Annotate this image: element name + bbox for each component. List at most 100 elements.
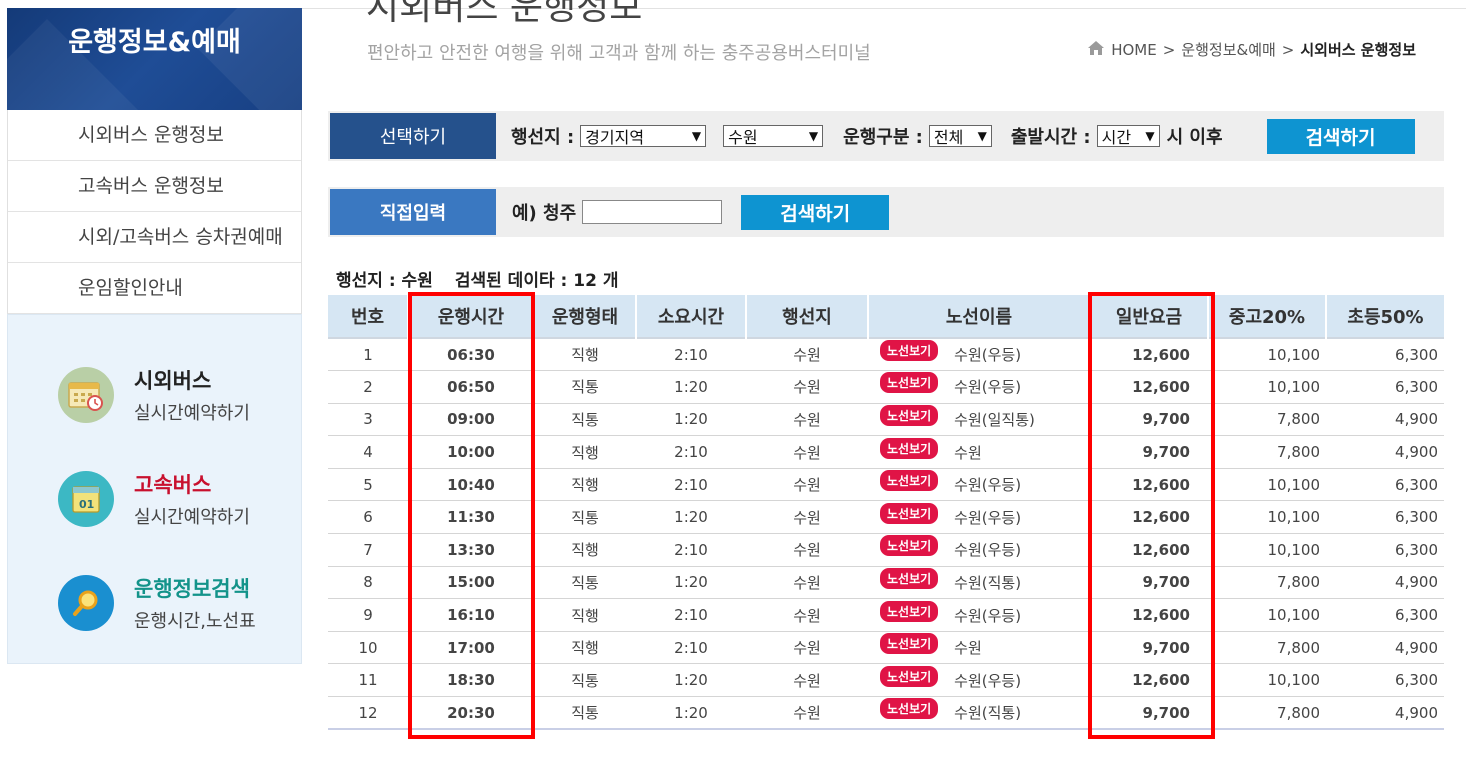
col-header-destination: 행선지 (746, 295, 869, 338)
quick-intercity-booking[interactable]: 시외버스 실시간예약하기 (8, 343, 301, 447)
region-select[interactable]: 경기지역 ▼ (580, 125, 707, 147)
route-view-button[interactable]: 노선보기 (880, 437, 939, 459)
cell-route: 노선보기 수원(직통) (868, 696, 1090, 731)
service-type-label: 운행구분 : (843, 127, 923, 148)
route-name: 수원(우등) (954, 476, 1022, 495)
cell-type: 직통 (534, 403, 636, 437)
highlight-box-fare (1088, 292, 1215, 739)
cell-type: 직통 (534, 696, 636, 731)
route-view-button[interactable]: 노선보기 (880, 698, 939, 720)
route-view-button[interactable]: 노선보기 (880, 600, 939, 622)
service-type-select[interactable]: 전체 ▼ (928, 125, 992, 147)
cell-duration: 1:20 (636, 566, 746, 600)
breadcrumb-home[interactable]: HOME (1111, 41, 1157, 59)
quick-intercity-sub: 실시간예약하기 (134, 403, 250, 424)
cell-elementary-fare: 4,900 (1326, 631, 1444, 665)
cell-elementary-fare: 6,300 (1326, 663, 1444, 698)
cell-destination: 수원 (746, 533, 868, 567)
chevron-down-icon: ▼ (691, 129, 702, 143)
quick-intercity-title: 시외버스 (134, 369, 212, 393)
cell-route: 노선보기 수원(우등) (868, 533, 1090, 567)
cell-duration: 2:10 (636, 337, 746, 372)
cell-no: 6 (328, 500, 408, 535)
quick-search-sub: 운행시간,노선표 (134, 611, 256, 632)
highlight-box-time (408, 292, 535, 739)
cell-duration: 1:20 (636, 500, 746, 535)
cell-no: 1 (328, 337, 408, 372)
select-search-button[interactable]: 검색하기 (1266, 118, 1415, 154)
route-view-button[interactable]: 노선보기 (880, 502, 939, 524)
route-view-button[interactable]: 노선보기 (880, 372, 939, 394)
cell-no: 7 (328, 533, 408, 567)
direct-search-input[interactable] (582, 200, 723, 224)
route-view-button[interactable]: 노선보기 (880, 567, 939, 589)
city-select[interactable]: 수원 ▼ (723, 125, 824, 147)
sidebar-item-fare-discount[interactable]: 운임할인안내 (8, 263, 301, 314)
quick-express-title: 고속버스 (134, 473, 212, 497)
sidebar-title: 운행정보&예매 (68, 27, 241, 58)
cell-route: 노선보기 수원(우등) (868, 500, 1090, 535)
route-view-button[interactable]: 노선보기 (880, 340, 939, 362)
direct-search-tag: 직접입력 (330, 189, 496, 235)
cell-middle-high-fare: 10,100 (1208, 533, 1326, 567)
chevron-down-icon: ▼ (808, 129, 819, 143)
cell-destination: 수원 (746, 696, 868, 731)
cell-type: 직행 (534, 598, 636, 632)
cell-duration: 2:10 (636, 468, 746, 502)
cell-elementary-fare: 4,900 (1326, 435, 1444, 469)
sidebar-item-intercity-info[interactable]: 시외버스 운행정보 (8, 110, 301, 161)
breadcrumb-separator: > (1162, 40, 1176, 59)
chevron-down-icon: ▼ (1145, 129, 1155, 143)
sidebar-item-express-info[interactable]: 고속버스 운행정보 (8, 161, 301, 212)
cell-no: 2 (328, 370, 408, 404)
departure-time-value: 시간 (1101, 128, 1132, 147)
col-header-elementary: 초등50% (1326, 295, 1444, 338)
cell-middle-high-fare: 7,800 (1208, 403, 1326, 437)
route-view-button[interactable]: 노선보기 (880, 404, 939, 426)
cell-type: 직행 (534, 631, 636, 665)
quick-schedule-search[interactable]: 운행정보검색 운행시간,노선표 (8, 551, 301, 655)
direct-search-example: 예) 청주 (512, 203, 577, 224)
cell-route: 노선보기 수원(우등) (868, 337, 1090, 372)
region-select-value: 경기지역 (585, 128, 645, 147)
calendar-icon: 01 (58, 471, 114, 527)
cell-no: 12 (328, 696, 408, 731)
cell-type: 직행 (534, 337, 636, 372)
departure-time-select[interactable]: 시간 ▼ (1096, 125, 1160, 147)
select-search-tag: 선택하기 (330, 113, 496, 159)
direct-search-button[interactable]: 검색하기 (741, 194, 890, 230)
route-view-button[interactable]: 노선보기 (880, 665, 939, 687)
route-name: 수원(우등) (954, 378, 1022, 397)
route-view-button[interactable]: 노선보기 (880, 535, 939, 557)
col-header-type: 운행형태 (534, 295, 637, 338)
cell-route: 노선보기 수원(우등) (868, 370, 1090, 404)
cell-type: 직행 (534, 533, 636, 567)
home-icon[interactable] (1087, 40, 1105, 60)
cell-elementary-fare: 4,900 (1326, 403, 1444, 437)
cell-no: 8 (328, 566, 408, 600)
col-header-route: 노선이름 (868, 295, 1091, 338)
cell-destination: 수원 (746, 435, 868, 469)
quick-express-booking[interactable]: 01 고속버스 실시간예약하기 (8, 447, 301, 551)
result-destination: 행선지 : 수원 (336, 271, 433, 291)
cell-no: 3 (328, 403, 408, 437)
result-count: 검색된 데이타 : 12 개 (454, 271, 619, 291)
sidebar: 운행정보&예매 시외버스 운행정보 고속버스 운행정보 시외/고속버스 승차권예… (7, 8, 302, 664)
route-name: 수원(우등) (954, 671, 1022, 690)
cell-no: 9 (328, 598, 408, 632)
cell-middle-high-fare: 10,100 (1208, 468, 1326, 502)
city-select-value: 수원 (728, 128, 758, 147)
route-view-button[interactable]: 노선보기 (880, 633, 939, 655)
cell-duration: 2:10 (636, 435, 746, 469)
destination-label: 행선지 : (511, 127, 575, 148)
cell-type: 직행 (534, 435, 636, 469)
cell-elementary-fare: 6,300 (1326, 337, 1444, 372)
col-header-middle-high: 중고20% (1208, 295, 1327, 338)
sidebar-item-ticket-booking[interactable]: 시외/고속버스 승차권예매 (8, 212, 301, 263)
cell-destination: 수원 (746, 566, 868, 600)
departure-time-label: 출발시간 : (1010, 127, 1091, 148)
cell-route: 노선보기 수원 (868, 631, 1090, 665)
breadcrumb-level1[interactable]: 운행정보&예매 (1181, 39, 1276, 60)
cell-type: 직통 (534, 370, 636, 404)
route-view-button[interactable]: 노선보기 (880, 470, 939, 492)
